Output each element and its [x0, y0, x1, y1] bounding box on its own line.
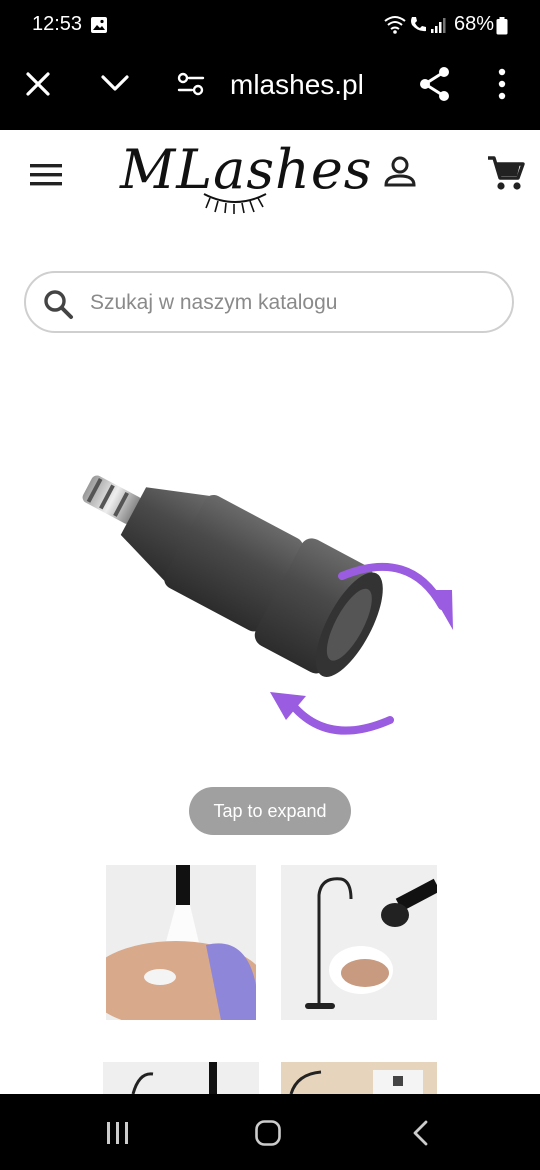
- chevron-down-icon[interactable]: [100, 72, 130, 94]
- back-icon[interactable]: [410, 1119, 432, 1147]
- more-vert-icon[interactable]: [496, 68, 508, 100]
- thumbnail-3-image: [103, 1062, 259, 1094]
- cart-icon[interactable]: [486, 154, 526, 194]
- thumbnail-3[interactable]: [103, 1062, 259, 1094]
- tap-to-expand-button[interactable]: Tap to expand: [189, 787, 351, 835]
- lashes-logo-icon: [203, 193, 267, 214]
- recent-apps-icon[interactable]: [104, 1120, 132, 1146]
- product-image[interactable]: [50, 430, 470, 760]
- search-icon[interactable]: [42, 288, 74, 320]
- battery-icon: [496, 17, 508, 35]
- account-icon[interactable]: [382, 154, 418, 190]
- status-bar: 12:53 68%: [0, 0, 540, 52]
- status-time: 12:53: [32, 13, 83, 35]
- search-box[interactable]: [24, 271, 514, 333]
- wifi-icon: [384, 16, 406, 34]
- battery-percent: 68%: [453, 13, 494, 35]
- menu-icon[interactable]: [28, 162, 64, 188]
- image-icon: [91, 17, 107, 33]
- thumbnail-1-image: [106, 865, 256, 1020]
- browser-toolbar: mlashes.pl: [0, 52, 540, 130]
- thumbnail-4-image: [281, 1062, 437, 1094]
- thumbnail-2[interactable]: [281, 865, 437, 1020]
- thumbnail-2-image: [281, 865, 437, 1020]
- home-icon[interactable]: [254, 1119, 282, 1147]
- site-header: MLashes: [0, 130, 540, 230]
- signal-icon: [431, 18, 446, 33]
- url-text[interactable]: mlashes.pl: [230, 69, 364, 101]
- search-input[interactable]: [88, 286, 492, 320]
- close-icon[interactable]: [24, 70, 52, 98]
- share-icon[interactable]: [418, 66, 452, 102]
- wifi-calling-icon: [411, 17, 426, 32]
- thumbnail-1[interactable]: [106, 865, 256, 1020]
- system-nav-bar: [0, 1094, 540, 1170]
- thumbnail-4[interactable]: [281, 1062, 437, 1094]
- page-settings-icon[interactable]: [176, 71, 206, 97]
